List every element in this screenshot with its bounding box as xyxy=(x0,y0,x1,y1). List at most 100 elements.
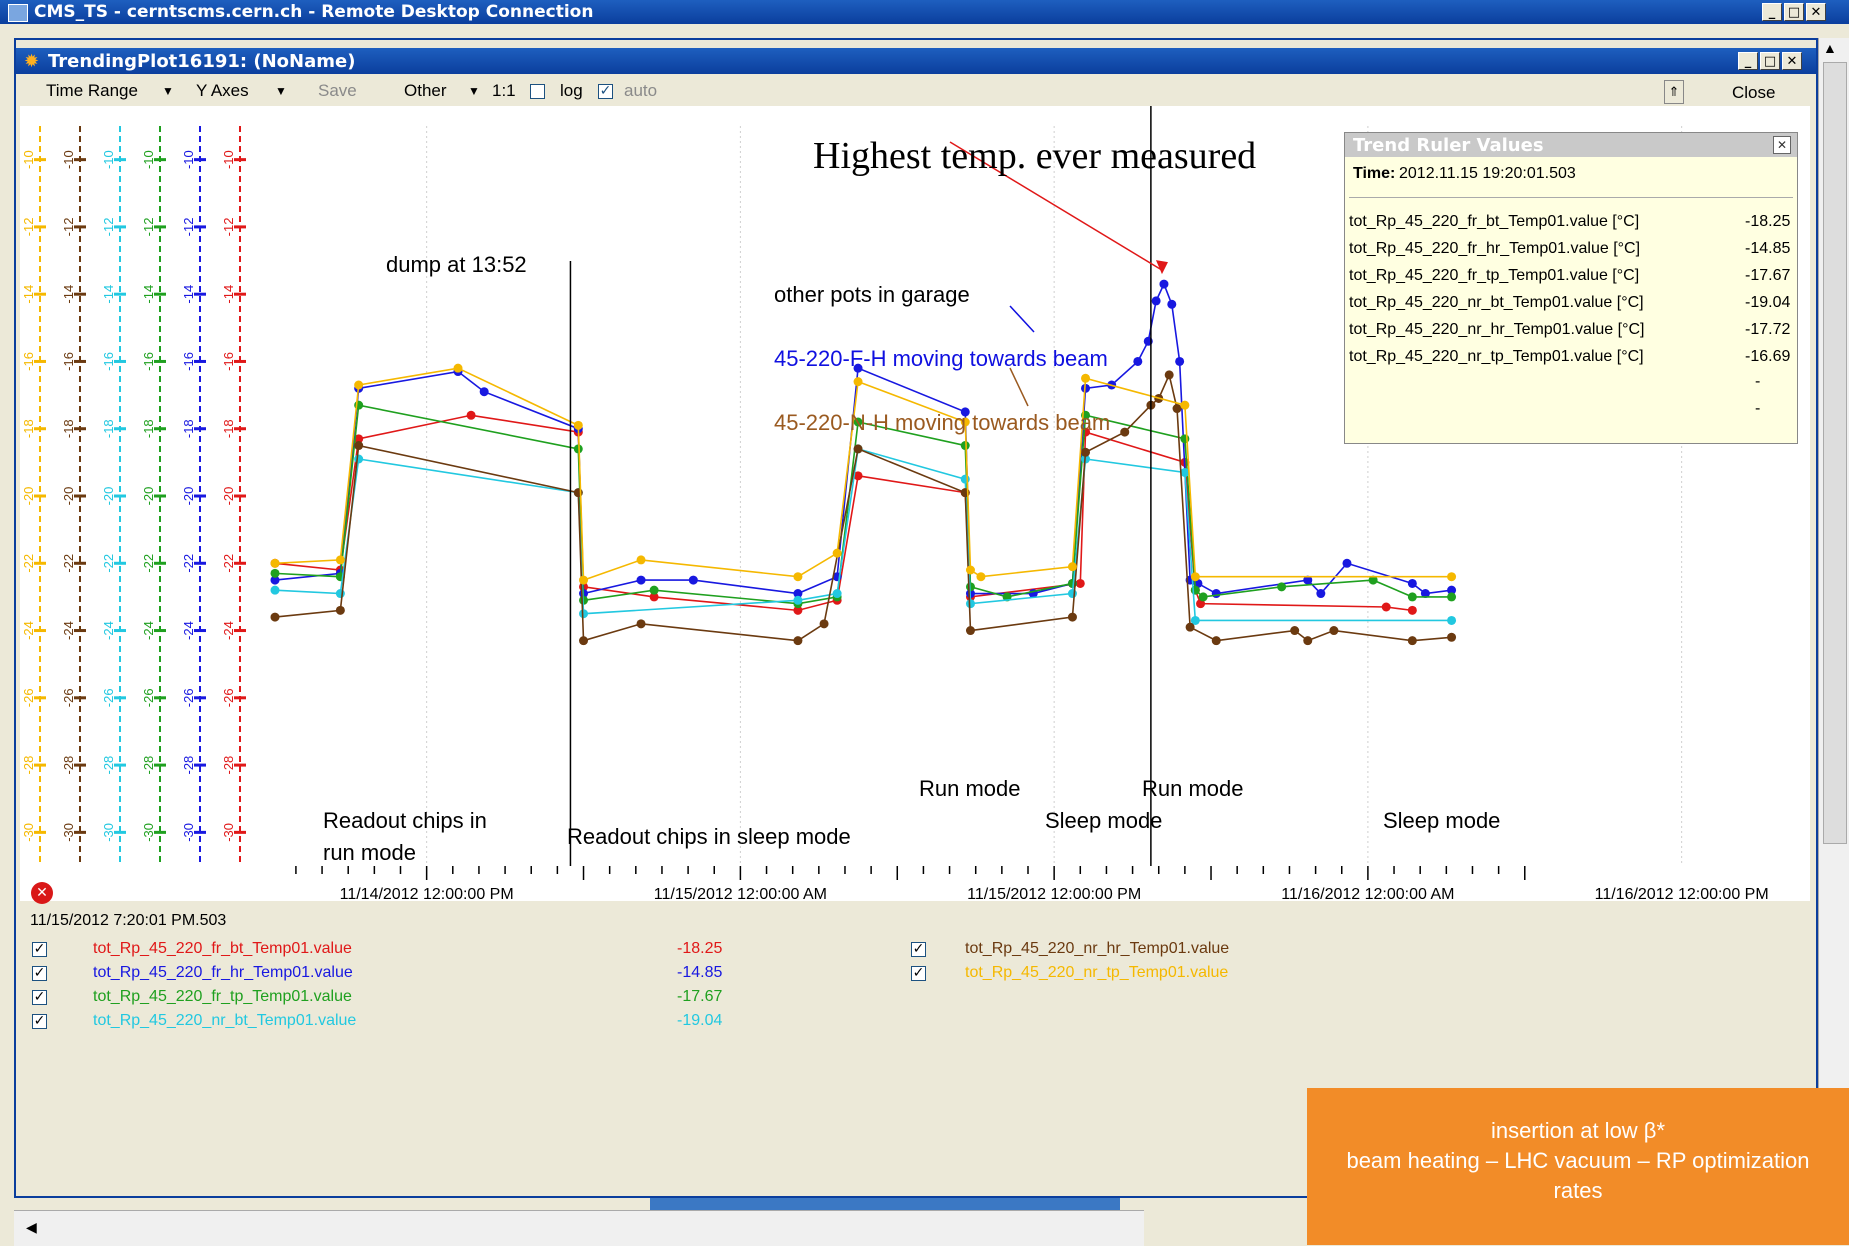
toolbar: Time Range ▼ Y Axes ▼ Save Other ▼ 1:1 l… xyxy=(20,76,1816,106)
y-tick-label: -10 xyxy=(221,150,236,169)
inner-close-icon[interactable]: ✕ xyxy=(1782,52,1802,70)
y-tick-label: -30 xyxy=(21,823,36,842)
vertical-scrollbar[interactable]: ▲ xyxy=(1818,38,1849,1198)
y-tick-label: -28 xyxy=(21,756,36,775)
annotation-readout-run-line1: Readout chips in xyxy=(323,808,487,833)
maximize-icon[interactable]: □ xyxy=(1784,3,1804,21)
legend-checkbox[interactable]: ✓ xyxy=(911,942,926,957)
gear-icon: ✹ xyxy=(24,51,40,72)
save-button[interactable]: Save xyxy=(318,80,357,102)
data-point xyxy=(1407,578,1417,588)
annotation-run-mode-1: Run mode xyxy=(919,776,1021,801)
inner-minimize-icon[interactable]: _ xyxy=(1738,52,1758,70)
trend-ruler-panel[interactable]: Trend Ruler Values ✕ Time: 2012.11.15 19… xyxy=(1344,132,1798,444)
annotation-other-pots: other pots in garage xyxy=(774,282,970,307)
ratio-button[interactable]: 1:1 xyxy=(492,80,516,102)
y-tick-label: -28 xyxy=(101,756,116,775)
divider xyxy=(1349,197,1793,198)
annotation-readout-sleep: Readout chips in sleep mode xyxy=(567,824,851,849)
y-tick-label: -22 xyxy=(101,554,116,573)
trend-ruler-row-value: -17.72 xyxy=(1745,321,1791,338)
y-tick-label: -16 xyxy=(221,352,236,371)
data-point xyxy=(479,387,489,397)
log-checkbox[interactable] xyxy=(530,84,545,99)
annotation-readout-run-line2: run mode xyxy=(323,840,416,865)
pointer-line xyxy=(1009,367,1029,407)
data-point xyxy=(270,612,280,622)
chevron-down-icon[interactable]: ▼ xyxy=(275,80,287,102)
y-tick-label: -18 xyxy=(101,419,116,438)
data-point xyxy=(965,626,975,636)
error-icon[interactable]: ✕ xyxy=(31,882,53,904)
y-tick-label: -30 xyxy=(181,823,196,842)
y-tick-label: -14 xyxy=(181,285,196,304)
data-point xyxy=(1381,602,1391,612)
data-point xyxy=(1067,562,1077,572)
y-tick-label: -14 xyxy=(101,285,116,304)
y-tick-label: -30 xyxy=(61,823,76,842)
close-icon[interactable]: ✕ xyxy=(1806,3,1826,21)
data-point xyxy=(579,609,589,619)
y-tick-label: -12 xyxy=(101,218,116,237)
scroll-left-icon[interactable]: ◀ xyxy=(26,1219,37,1236)
y-tick-label: -10 xyxy=(141,150,156,169)
trend-ruler-time-label: Time: xyxy=(1353,165,1396,182)
y-tick-label: -12 xyxy=(141,218,156,237)
legend-timestamp: 11/15/2012 7:20:01 PM.503 xyxy=(30,912,227,929)
y-tick-label: -26 xyxy=(141,688,156,707)
y-tick-label: -16 xyxy=(181,352,196,371)
slide-overlay-box: insertion at low β* beam heating – LHC v… xyxy=(1307,1088,1849,1245)
y-tick-label: -24 xyxy=(21,621,36,640)
chevron-down-icon[interactable]: ▼ xyxy=(162,80,174,102)
data-point xyxy=(1172,404,1182,414)
minimize-icon[interactable]: _ xyxy=(1762,3,1782,21)
data-point xyxy=(453,363,463,373)
legend-checkbox[interactable]: ✓ xyxy=(32,942,47,957)
annotation-nh-moving: 45-220-N-H moving towards beam xyxy=(774,410,1111,435)
annotation-run-mode-2: Run mode xyxy=(1142,776,1244,801)
x-tick-label: 11/14/2012 12:00:00 PM xyxy=(340,886,514,901)
legend-checkbox[interactable]: ✓ xyxy=(32,966,47,981)
data-point xyxy=(1316,589,1326,599)
y-axes-button[interactable]: Y Axes xyxy=(196,80,249,102)
legend-series-name: tot_Rp_45_220_fr_hr_Temp01.value xyxy=(93,964,353,981)
collapse-icon[interactable]: ⇑ xyxy=(1664,80,1684,104)
data-point xyxy=(1075,578,1085,588)
data-point xyxy=(1447,592,1457,602)
chevron-down-icon[interactable]: ▼ xyxy=(468,80,480,102)
close-button[interactable]: Close xyxy=(1732,82,1775,104)
y-tick-label: -16 xyxy=(101,352,116,371)
y-tick-label: -12 xyxy=(181,218,196,237)
scroll-up-icon[interactable]: ▲ xyxy=(1823,40,1837,56)
y-tick-label: -18 xyxy=(141,419,156,438)
data-point xyxy=(1211,636,1221,646)
data-point xyxy=(270,558,280,568)
data-point xyxy=(1447,615,1457,625)
data-point xyxy=(1067,589,1077,599)
time-range-button[interactable]: Time Range xyxy=(46,80,138,102)
scrollbar-thumb[interactable] xyxy=(1823,62,1847,844)
data-point xyxy=(976,572,986,582)
y-tick-label: -24 xyxy=(61,621,76,640)
legend-checkbox[interactable]: ✓ xyxy=(32,1014,47,1029)
y-tick-label: -26 xyxy=(221,688,236,707)
data-point xyxy=(270,585,280,595)
legend-checkbox[interactable]: ✓ xyxy=(911,966,926,981)
other-button[interactable]: Other xyxy=(404,80,447,102)
annotation-sleep-mode-1: Sleep mode xyxy=(1045,808,1163,833)
data-point xyxy=(960,474,970,484)
plot-area[interactable]: -10 -12 -14 -16 -18 -20 -22 -24 -26 -28 -30 -10 -12 -… xyxy=(20,106,1810,901)
trend-ruler-extra: - xyxy=(1755,400,1761,417)
y-tick-label: -22 xyxy=(141,554,156,573)
pointer-line xyxy=(1009,305,1035,333)
trend-ruler-row-value: -16.69 xyxy=(1745,348,1791,365)
inner-maximize-icon[interactable]: □ xyxy=(1760,52,1780,70)
y-tick-label: -28 xyxy=(61,756,76,775)
auto-checkbox[interactable]: ✓ xyxy=(598,84,613,99)
legend-checkbox[interactable]: ✓ xyxy=(32,990,47,1005)
y-tick-label: -30 xyxy=(101,823,116,842)
data-point xyxy=(793,572,803,582)
trend-ruler-close-icon[interactable]: ✕ xyxy=(1773,136,1791,154)
horizontal-scrollbar[interactable]: ◀ xyxy=(14,1210,1144,1246)
y-tick-label: -10 xyxy=(101,150,116,169)
